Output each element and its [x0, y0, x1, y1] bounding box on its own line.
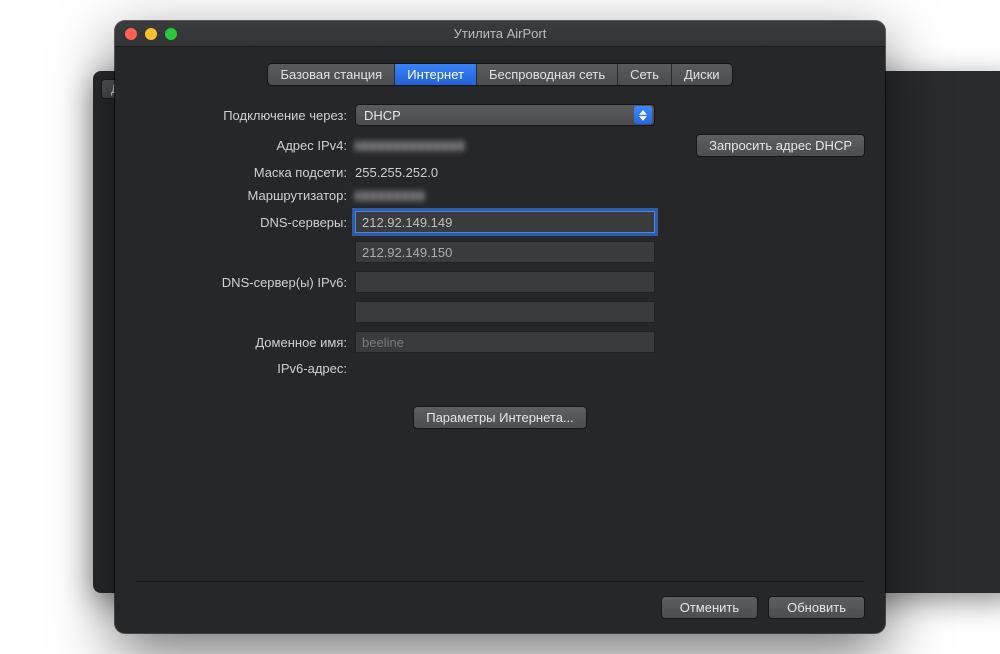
window-controls: [125, 28, 177, 40]
domain-label: Доменное имя:: [135, 335, 355, 350]
connect-via-label: Подключение через:: [135, 108, 355, 123]
dns-server-1-input[interactable]: 212.92.149.149: [355, 211, 655, 233]
connect-via-value: DHCP: [364, 108, 401, 123]
internet-options-button[interactable]: Параметры Интернета...: [413, 406, 587, 429]
update-button[interactable]: Обновить: [768, 596, 865, 619]
airport-utility-window: Утилита AirPort Базовая станция Интернет…: [115, 21, 885, 633]
dns-v6-2-input[interactable]: [355, 301, 655, 323]
router-value: [355, 191, 425, 201]
request-dhcp-button[interactable]: Запросить адрес DHCP: [696, 134, 865, 157]
tab-base-station[interactable]: Базовая станция: [268, 64, 395, 85]
chevron-updown-icon: [634, 106, 652, 124]
cancel-button[interactable]: Отменить: [661, 596, 758, 619]
dns-server-2-input[interactable]: 212.92.149.150: [355, 241, 655, 263]
close-icon[interactable]: [125, 28, 137, 40]
ipv6-addr-label: IPv6-адрес:: [135, 361, 355, 376]
dns-v6-1-input[interactable]: [355, 271, 655, 293]
tab-network[interactable]: Сеть: [618, 64, 672, 85]
ipv4-label: Адрес IPv4:: [135, 138, 355, 153]
minimize-icon[interactable]: [145, 28, 157, 40]
tab-disks[interactable]: Диски: [672, 64, 732, 85]
router-label: Маршрутизатор:: [135, 188, 355, 203]
tabs: Базовая станция Интернет Беспроводная се…: [135, 63, 865, 86]
window-title: Утилита AirPort: [454, 26, 547, 41]
maximize-icon[interactable]: [165, 28, 177, 40]
dns-servers-label: DNS-серверы:: [135, 215, 355, 230]
subnet-label: Маска подсети:: [135, 165, 355, 180]
ipv4-value: [355, 141, 465, 151]
subnet-value: 255.255.252.0: [355, 165, 438, 180]
domain-input[interactable]: beeline: [355, 331, 655, 353]
tab-wireless[interactable]: Беспроводная сеть: [477, 64, 618, 85]
titlebar: Утилита AirPort: [115, 21, 885, 47]
connect-via-select[interactable]: DHCP: [355, 104, 655, 126]
dns-v6-label: DNS-сервер(ы) IPv6:: [135, 275, 355, 290]
tab-internet[interactable]: Интернет: [395, 64, 477, 85]
